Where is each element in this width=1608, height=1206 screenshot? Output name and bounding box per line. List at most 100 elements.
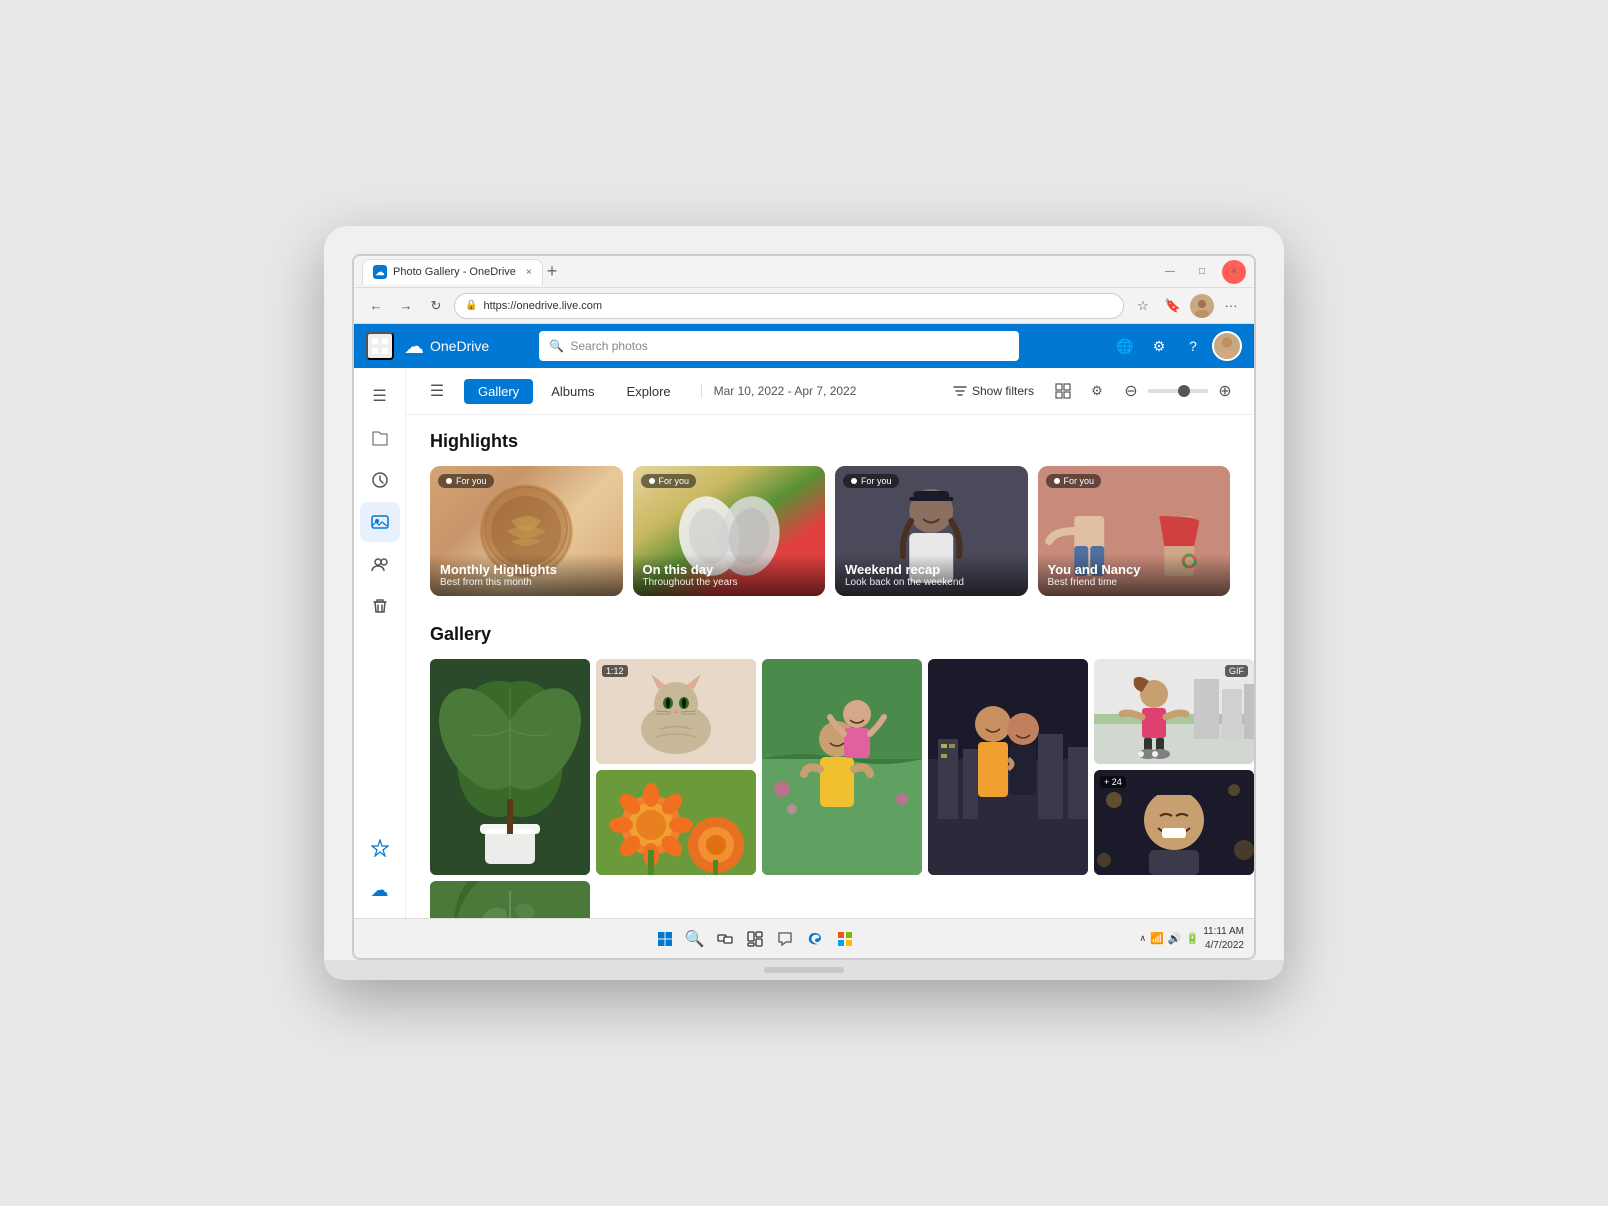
photo-cat[interactable]: 1:12 [596,659,756,764]
for-you-badge-weekend: For you [843,474,899,488]
search-bar[interactable]: 🔍 Search photos [539,331,1019,361]
chat-btn[interactable] [771,925,799,953]
tab-close-btn[interactable]: × [526,267,532,278]
filter-label: Show filters [972,384,1034,398]
highlight-title-3: Weekend recap [845,562,1018,577]
onedrive-header: ☁ OneDrive 🔍 Search photos 🌐 ⚙ ? [354,324,1254,368]
more-btn[interactable]: ··· [1218,293,1244,319]
photo-girl-hat[interactable]: + 24 [1094,770,1254,875]
sidebar-item-menu[interactable]: ☰ [360,376,400,416]
highlight-sub-4: Best friend time [1048,577,1221,588]
close-btn[interactable]: × [1222,260,1246,284]
main-layout: ☰ ☁ [354,368,1254,918]
zoom-slider[interactable] [1148,389,1208,393]
highlight-sub-2: Throughout the years [643,577,816,588]
laptop-frame: ☁ Photo Gallery - OneDrive × + — □ × ← →… [324,226,1284,980]
widgets-btn[interactable] [741,925,769,953]
new-tab-btn[interactable]: + [547,261,558,282]
volume-icon[interactable]: 🔊 [1168,932,1182,945]
task-view-btn[interactable] [711,925,739,953]
sidebar-item-recent[interactable] [360,460,400,500]
minimize-btn[interactable]: — [1158,260,1182,284]
tab-albums[interactable]: Albums [537,379,608,404]
forward-btn[interactable]: → [394,294,418,318]
url-display: https://onedrive.live.com [483,300,602,312]
collections-btn[interactable]: 🔖 [1160,293,1186,319]
content-area: ☰ Gallery Albums Explore Mar 10, 2022 - … [406,368,1254,918]
back-btn[interactable]: ← [364,294,388,318]
nav-hamburger[interactable]: ☰ [422,376,452,406]
search-placeholder: Search photos [570,339,647,353]
onedrive-logo: ☁ OneDrive [404,334,489,359]
zoom-out-btn[interactable]: ⊖ [1118,378,1144,404]
onedrive-logo-icon: ☁ [404,334,424,359]
highlight-card-nancy[interactable]: For you You and Nancy Best friend time [1038,466,1231,596]
highlight-card-weekend[interactable]: For you Weekend recap Look back on the w… [835,466,1028,596]
for-you-badge-nancy: For you [1046,474,1102,488]
tab-gallery[interactable]: Gallery [464,379,533,404]
for-you-badge-onthisday: For you [641,474,697,488]
plus-badge: + 24 [1100,776,1126,788]
globe-btn[interactable]: 🌐 [1110,331,1140,361]
refresh-btn[interactable]: ↻ [424,294,448,318]
photo-plant-large[interactable] [430,659,590,875]
sidebar-item-shared[interactable] [360,544,400,584]
help-btn[interactable]: ? [1178,331,1208,361]
settings-view-btn[interactable]: ⚙ [1084,378,1110,404]
filter-btn[interactable]: Show filters [945,380,1042,402]
photo-couple[interactable] [928,659,1088,875]
highlight-card-monthly[interactable]: For you Monthly Highlights Best from thi… [430,466,623,596]
zoom-in-btn[interactable]: ⊕ [1212,378,1238,404]
tab-favicon: ☁ [373,265,387,279]
user-avatar[interactable] [1212,331,1242,361]
laptop-base [324,960,1284,980]
sidebar-item-recycle[interactable] [360,586,400,626]
card-label-monthly: Monthly Highlights Best from this month [430,554,623,596]
highlight-sub-1: Best from this month [440,577,613,588]
date-range: Mar 10, 2022 - Apr 7, 2022 [701,384,857,398]
store-btn[interactable] [831,925,859,953]
photo-flowers[interactable] [596,770,756,875]
taskbar-center: 🔍 [651,925,859,953]
clock-date: 4/7/2022 [1203,939,1244,953]
sidebar-item-photos[interactable] [360,502,400,542]
card-label-weekend: Weekend recap Look back on the weekend [835,554,1028,596]
tab-explore[interactable]: Explore [613,379,685,404]
grid-view-btn[interactable] [1050,378,1076,404]
profile-avatar[interactable] [1190,294,1214,318]
video-duration-badge: 1:12 [602,665,628,677]
search-taskbar-btn[interactable]: 🔍 [681,925,709,953]
browser-tab[interactable]: ☁ Photo Gallery - OneDrive × [362,259,543,285]
highlights-grid: For you Monthly Highlights Best from thi… [430,466,1230,596]
highlight-title-4: You and Nancy [1048,562,1221,577]
gif-badge: GIF [1225,665,1248,677]
edge-btn[interactable] [801,925,829,953]
sidebar-item-premium[interactable] [360,828,400,868]
photo-plant-small[interactable] [430,881,590,918]
start-btn[interactable] [651,925,679,953]
system-tray-expand[interactable]: ∧ [1140,933,1147,944]
browser-toolbar: ← → ↻ 🔒 https://onedrive.live.com ☆ 🔖 ··… [354,288,1254,324]
nav-right-actions: Show filters ⚙ ⊖ ⊕ [945,378,1238,404]
address-bar[interactable]: 🔒 https://onedrive.live.com [454,293,1124,319]
photo-grid: 1:12 [430,659,1230,918]
favorites-btn[interactable]: ☆ [1130,293,1156,319]
gallery-title: Gallery [430,624,1230,645]
sidebar-item-sync[interactable]: ☁ [360,870,400,910]
search-icon: 🔍 [549,339,564,353]
maximize-btn[interactable]: □ [1190,260,1214,284]
sidebar-item-files[interactable] [360,418,400,458]
taskbar: 🔍 [354,918,1254,958]
battery-icon[interactable]: 🔋 [1186,932,1200,945]
photo-rollerskate[interactable]: GIF [1094,659,1254,764]
highlight-card-onthisday[interactable]: For you On this day Throughout the years [633,466,826,596]
gallery-content: Highlights [406,415,1254,918]
highlight-title-1: Monthly Highlights [440,562,613,577]
browser-titlebar: ☁ Photo Gallery - OneDrive × + — □ × [354,256,1254,288]
nav-tabs-bar: ☰ Gallery Albums Explore Mar 10, 2022 - … [406,368,1254,415]
photo-dad-kid[interactable] [762,659,922,875]
highlight-title-2: On this day [643,562,816,577]
wifi-icon[interactable]: 📶 [1150,932,1164,945]
settings-btn[interactable]: ⚙ [1144,331,1174,361]
apps-grid-btn[interactable] [366,332,394,360]
